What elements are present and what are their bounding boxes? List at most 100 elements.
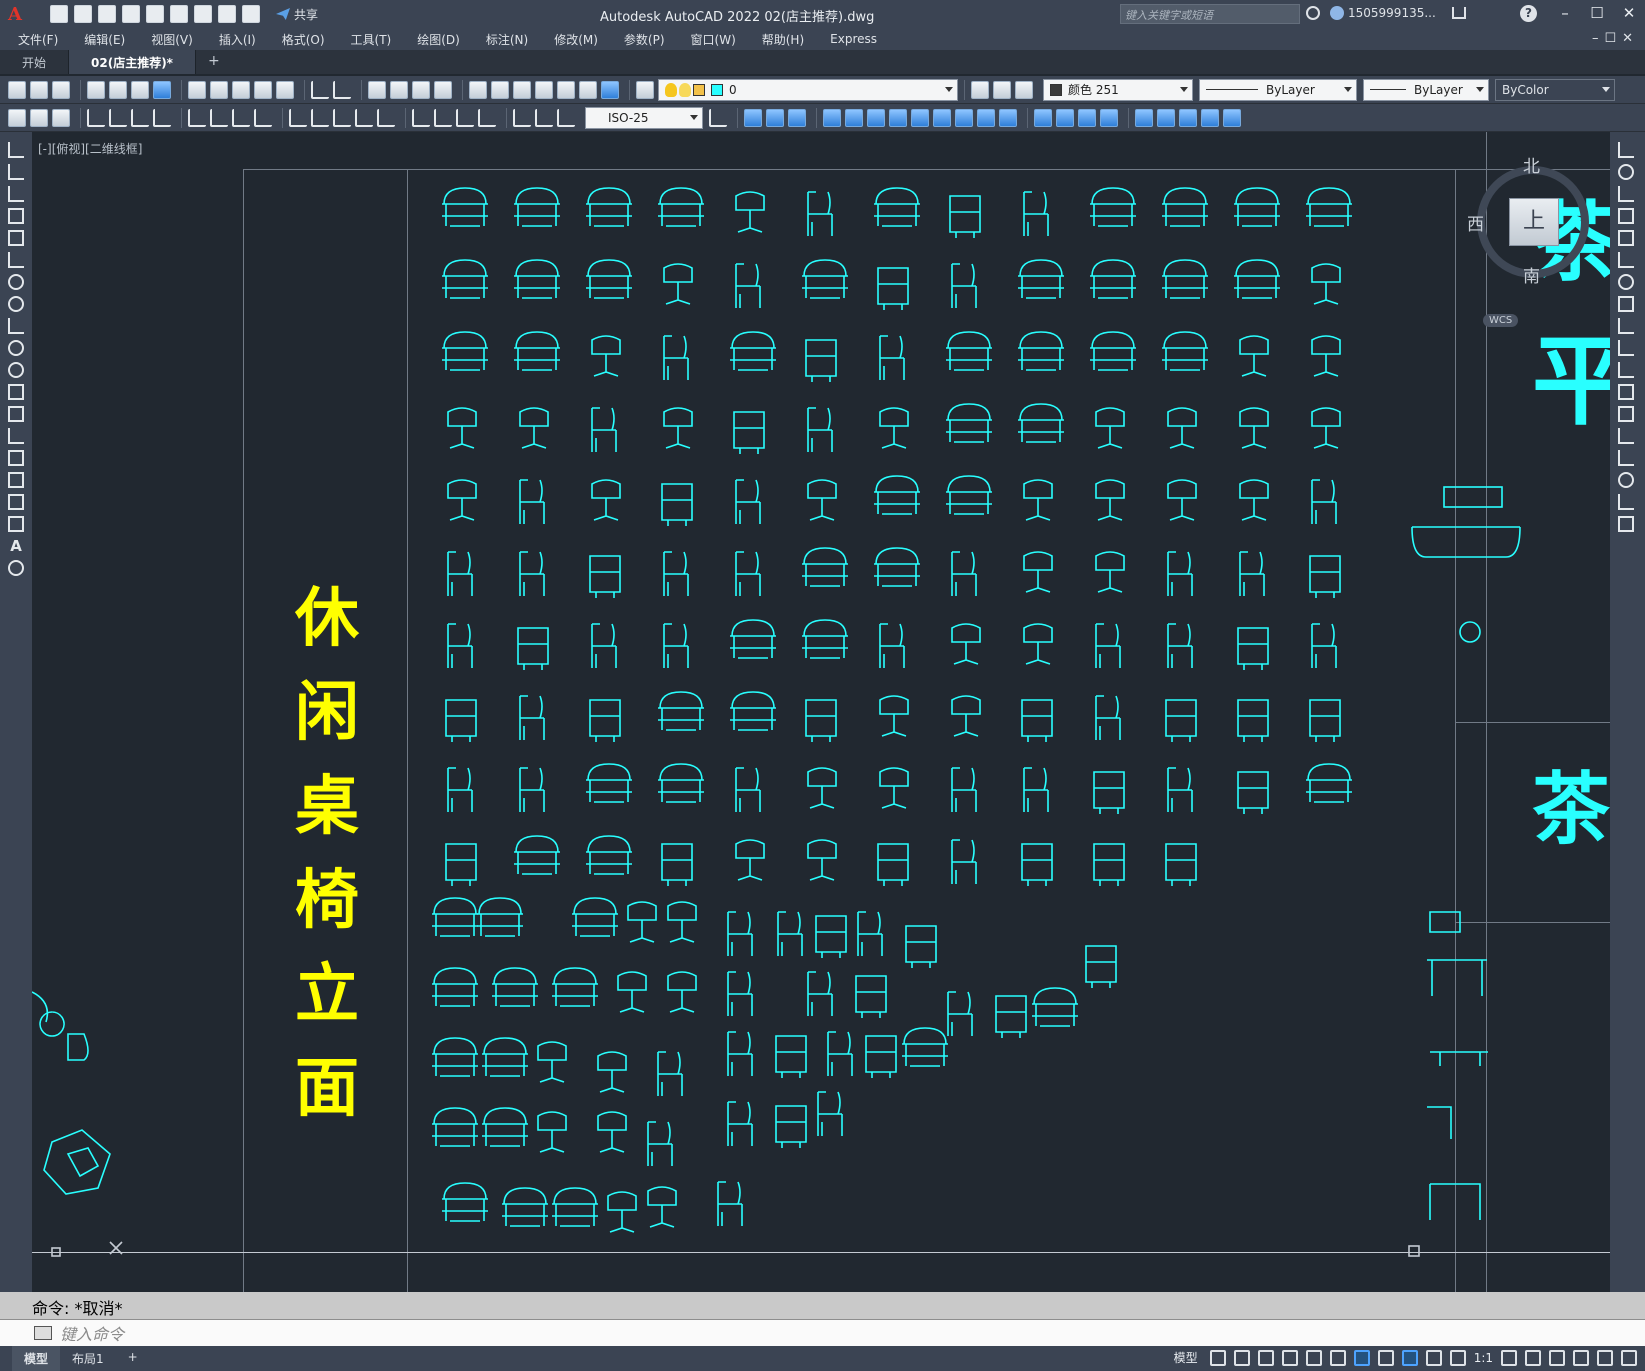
object-snap-icon[interactable] <box>1353 1349 1370 1366</box>
menu-draw[interactable]: 绘图(D) <box>417 31 460 48</box>
hatch-toolbar-icon[interactable] <box>52 108 70 127</box>
save-as-icon[interactable] <box>122 5 140 23</box>
jogged-linear-icon[interactable] <box>478 108 496 127</box>
viewcube-west[interactable]: 西 <box>1467 210 1484 235</box>
dimension-edit-icon[interactable] <box>513 108 531 127</box>
globe-icon[interactable] <box>153 80 171 99</box>
stretch-palette-icon[interactable] <box>1618 318 1634 334</box>
break-palette-icon[interactable] <box>1618 384 1634 400</box>
undo-toolbar-icon[interactable] <box>311 80 329 99</box>
mirror-icon[interactable] <box>766 108 784 127</box>
polygon-icon[interactable] <box>8 208 24 224</box>
draw-order-icon[interactable] <box>1135 108 1153 127</box>
menu-file[interactable]: 文件(F) <box>18 31 58 48</box>
search-icon[interactable] <box>1306 6 1320 20</box>
copy-palette-icon[interactable] <box>1618 164 1634 180</box>
break-icon[interactable] <box>977 108 995 127</box>
model-space-button[interactable]: 模型 <box>1174 1349 1198 1366</box>
qnew-icon[interactable] <box>8 80 26 99</box>
dimension-break-icon[interactable] <box>377 108 395 127</box>
plus-icon[interactable] <box>1525 1349 1541 1366</box>
jogged-dimension-icon[interactable] <box>210 108 228 127</box>
table-icon[interactable] <box>8 516 24 532</box>
fillet-palette-icon[interactable] <box>1618 472 1634 488</box>
continue-dimension-icon[interactable] <box>333 108 351 127</box>
snap-icon[interactable] <box>1233 1349 1250 1366</box>
viewcube[interactable]: 上 北 西 南 WCS <box>1467 144 1595 327</box>
pan-icon[interactable] <box>368 80 386 99</box>
zoom-realtime-icon[interactable] <box>390 80 408 99</box>
arc-icon[interactable] <box>8 252 24 268</box>
mirror-palette-icon[interactable] <box>1618 186 1634 202</box>
explode-icon[interactable] <box>1078 108 1096 127</box>
circle-icon[interactable] <box>8 274 24 290</box>
menu-edit[interactable]: 编辑(E) <box>84 31 125 48</box>
tab-start[interactable]: 开始 <box>0 50 70 74</box>
erase-palette-icon[interactable] <box>1618 142 1634 158</box>
break-point-icon[interactable] <box>1618 406 1634 422</box>
print-icon[interactable] <box>194 5 212 23</box>
join-icon[interactable] <box>999 108 1017 127</box>
match-properties-icon[interactable] <box>254 80 272 99</box>
tab-current-drawing[interactable]: 02(店主推荐)* <box>69 50 196 74</box>
add-selected-icon[interactable] <box>8 560 24 576</box>
drawing-canvas[interactable]: [-][俯视][二维线框] 休 闲 桌 椅 立 面 茶 平 茶 上 北 西 南 … <box>32 132 1610 1292</box>
dimension-text-edit-icon[interactable] <box>535 108 553 127</box>
menu-format[interactable]: 格式(O) <box>282 31 325 48</box>
polyline-icon[interactable] <box>8 186 24 202</box>
ellipse-icon[interactable] <box>8 340 24 356</box>
isolate-objects-icon[interactable] <box>1549 1349 1565 1366</box>
dimension-space-icon[interactable] <box>355 108 373 127</box>
annotation-scale-value[interactable]: 1:1 <box>1474 1351 1493 1365</box>
maximize-button[interactable]: ☐ <box>1581 0 1613 28</box>
rotate-palette-icon[interactable] <box>1618 274 1634 290</box>
viewcube-top-face[interactable]: 上 <box>1509 198 1559 246</box>
region-icon[interactable] <box>8 494 24 510</box>
fillet-icon[interactable] <box>1056 108 1074 127</box>
object-snap-tracking-icon[interactable] <box>1329 1349 1346 1366</box>
scale-icon[interactable] <box>889 108 907 127</box>
keyword-search-input[interactable]: 键入关键字或短语 <box>1120 4 1300 24</box>
tolerance-icon[interactable] <box>412 108 430 127</box>
extend-icon[interactable] <box>955 108 973 127</box>
hatch-icon[interactable] <box>8 450 24 466</box>
redo-toolbar-icon[interactable] <box>333 80 351 99</box>
dimension-update-icon[interactable] <box>557 108 575 127</box>
angular-dimension-icon[interactable] <box>254 108 272 127</box>
calculator-icon[interactable] <box>579 80 597 99</box>
open-icon[interactable] <box>30 80 48 99</box>
ordinate-dimension-icon[interactable] <box>153 108 171 127</box>
layer-state-icon[interactable] <box>1015 80 1033 99</box>
viewcube-north[interactable]: 北 <box>1523 152 1540 177</box>
menu-insert[interactable]: 插入(I) <box>219 31 256 48</box>
annotation-visibility-icon[interactable] <box>1401 1349 1418 1366</box>
array-icon[interactable] <box>823 108 841 127</box>
user-account-button[interactable]: 1505999135... <box>1330 6 1436 20</box>
zoom-previous-icon[interactable] <box>434 80 452 99</box>
lineweight-icon[interactable] <box>1377 1349 1394 1366</box>
menu-help[interactable]: 帮助(H) <box>762 31 804 48</box>
minimize-button[interactable]: – <box>1549 0 1581 28</box>
menu-window[interactable]: 窗口(W) <box>691 31 736 48</box>
linear-dimension-icon[interactable] <box>87 108 105 127</box>
menu-express[interactable]: Express <box>830 32 877 46</box>
publish-toolbar-icon[interactable] <box>131 80 149 99</box>
center-mark-icon[interactable] <box>434 108 452 127</box>
linetype-dropdown[interactable]: ByLayer <box>1199 78 1357 101</box>
blend-curves-icon[interactable] <box>1618 494 1634 510</box>
cart-icon[interactable] <box>1452 7 1466 19</box>
join-palette-icon[interactable] <box>1618 428 1634 444</box>
plot-toolbar-icon[interactable] <box>87 80 105 99</box>
layout-tab-model[interactable]: 模型 <box>12 1346 61 1371</box>
dimension-style-manager-icon[interactable] <box>709 108 727 127</box>
design-center-icon[interactable] <box>491 80 509 99</box>
trim-icon[interactable] <box>933 108 951 127</box>
offset-icon[interactable] <box>788 108 806 127</box>
gear-icon[interactable] <box>1501 1349 1517 1366</box>
wcs-menu[interactable]: WCS <box>1483 314 1519 327</box>
lineweight-dropdown[interactable]: ByLayer <box>1363 78 1489 101</box>
trim-palette-icon[interactable] <box>1618 340 1634 356</box>
diameter-dimension-icon[interactable] <box>232 108 250 127</box>
rotate-icon[interactable] <box>867 108 885 127</box>
insert-block-palette-icon[interactable] <box>8 384 24 400</box>
